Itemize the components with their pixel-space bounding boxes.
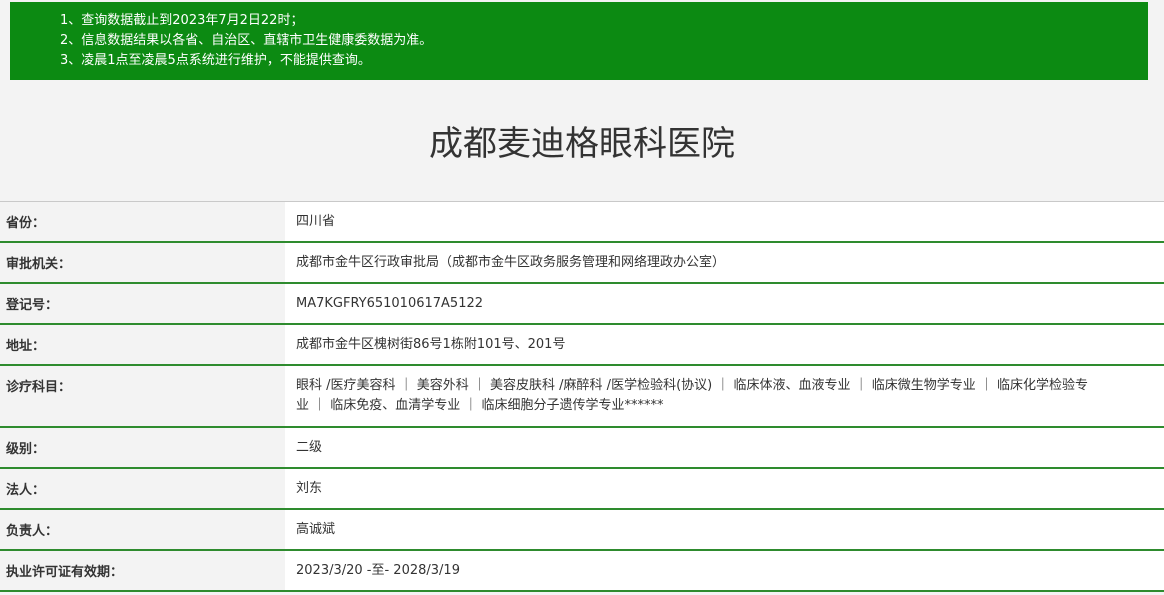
row-label: 法人： [0, 469, 285, 508]
row-province: 省份： 四川省 [0, 202, 1164, 243]
row-label: 地址： [0, 325, 285, 364]
row-label: 诊疗科目： [0, 366, 285, 426]
row-value: MA7KGFRY651010617A5122 [285, 284, 1164, 323]
row-legal-person: 法人： 刘东 [0, 469, 1164, 510]
row-value-line: 眼科 /医疗美容科 ｜ 美容外科 ｜ 美容皮肤科 /麻醉科 /医学检验科(协议)… [296, 378, 1089, 393]
row-label: 登记号： [0, 284, 285, 323]
row-value: 四川省 [285, 202, 1164, 241]
row-label: 级别： [0, 428, 285, 467]
row-value: 成都市金牛区槐树街86号1栋附101号、201号 [285, 325, 1164, 364]
row-label: 执业许可证有效期： [0, 551, 285, 590]
row-value: 刘东 [285, 469, 1164, 508]
notice-line-3: 3、凌晨1点至凌晨5点系统进行维护，不能提供查询。 [60, 53, 371, 68]
row-value: 眼科 /医疗美容科 ｜ 美容外科 ｜ 美容皮肤科 /麻醉科 /医学检验科(协议)… [285, 366, 1164, 426]
page-title: 成都麦迪格眼科医院 [429, 124, 735, 164]
notice-line-2: 2、信息数据结果以各省、自治区、直辖市卫生健康委数据为准。 [60, 33, 433, 48]
row-label: 省份： [0, 202, 285, 241]
notice-banner: 1、查询数据截止到2023年7月2日22时； 2、信息数据结果以各省、自治区、直… [10, 2, 1148, 80]
row-address: 地址： 成都市金牛区槐树街86号1栋附101号、201号 [0, 325, 1164, 366]
row-value: 2023/3/20 -至- 2028/3/19 [285, 551, 1164, 590]
row-person-in-charge: 负责人： 高诚斌 [0, 510, 1164, 551]
row-license-validity: 执业许可证有效期： 2023/3/20 -至- 2028/3/19 [0, 551, 1164, 592]
row-value-line: 业 ｜ 临床免疫、血清学专业 ｜ 临床细胞分子遗传学专业****** [296, 398, 664, 413]
row-registration-number: 登记号： MA7KGFRY651010617A5122 [0, 284, 1164, 325]
row-label: 审批机关： [0, 243, 285, 282]
row-value: 高诚斌 [285, 510, 1164, 549]
row-approval-authority: 审批机关： 成都市金牛区行政审批局（成都市金牛区政务服务管理和网络理政办公室） [0, 243, 1164, 284]
info-table: 省份： 四川省 审批机关： 成都市金牛区行政审批局（成都市金牛区政务服务管理和网… [0, 201, 1164, 592]
row-label: 负责人： [0, 510, 285, 549]
row-level: 级别： 二级 [0, 428, 1164, 469]
row-treatment-subjects: 诊疗科目： 眼科 /医疗美容科 ｜ 美容外科 ｜ 美容皮肤科 /麻醉科 /医学检… [0, 366, 1164, 428]
row-value: 二级 [285, 428, 1164, 467]
row-value: 成都市金牛区行政审批局（成都市金牛区政务服务管理和网络理政办公室） [285, 243, 1164, 282]
notice-line-1: 1、查询数据截止到2023年7月2日22时； [60, 13, 304, 28]
